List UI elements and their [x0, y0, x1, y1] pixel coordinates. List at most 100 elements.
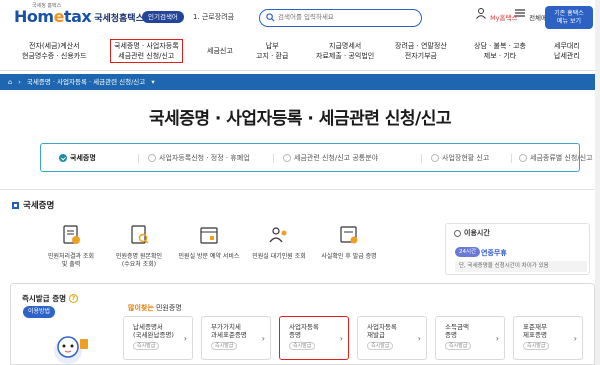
usage-guide-button[interactable]: 이용방법	[23, 306, 56, 318]
card-line1: 사업자등록	[367, 323, 397, 331]
instant-tag: 즉시발급	[445, 342, 472, 350]
instant-issuance-panel: 즉시발급 증명 ? 이용방법 많이찾는 민원증명 납세증명서 (국세완납증명) …	[10, 283, 595, 365]
gnb-item-tax-return[interactable]: 세금신고	[207, 46, 233, 56]
tab-divider	[421, 154, 422, 163]
instant-tag: 즉시발급	[211, 342, 238, 350]
service-line1: 민원처리결과 조회	[47, 253, 95, 260]
frequent-rest: 민원증명	[153, 304, 182, 312]
breadcrumb-item[interactable]: 국세증명 · 사업자등록 · 세금관련 신청/신고	[27, 78, 145, 86]
usage-hours-title-text: 이용시간	[464, 229, 490, 237]
gnb-line1: 세무대리	[554, 42, 580, 50]
card-line1: 부가가치세	[211, 323, 241, 331]
hometax-logo[interactable]: 국세청 홈택스 Hometax 국세청홈택스	[14, 3, 144, 26]
page-title: 국세증명 · 사업자등록 · 세금관련 신청/신고	[148, 109, 452, 129]
gnb-line2: 현금영수증 · 신용카드	[22, 52, 87, 60]
logo-wordmark: Hometax	[14, 7, 92, 26]
certificate-card-financial-statements[interactable]: 표준재무 제표증명 즉시발급 ›	[513, 316, 583, 360]
instant-issuance-title: 즉시발급 증명 ?	[22, 293, 79, 304]
service-original-verification[interactable]: 민원증명 원본확인 (수요처 조회)	[106, 224, 172, 269]
usage-hours-title: 이용시간	[454, 228, 490, 238]
chevron-down-icon[interactable]: ▾	[151, 78, 154, 86]
old-btn-line1: 기존 홈택스	[554, 10, 584, 17]
gnb-line1: 장려금 · 연말정산	[395, 42, 447, 50]
gnb-line1: 세금신고	[207, 47, 233, 55]
document-check-icon	[63, 225, 80, 244]
gnb-item-incentives[interactable]: 장려금 · 연말정산 전자기부금	[395, 41, 447, 61]
tab-common-application[interactable]: 세금관련 신청/신고 공통분야	[283, 153, 378, 163]
global-navigation: 전자(세금)계산서 현금영수증 · 신용카드 국세증명 · 사업자등록 세금관련…	[0, 37, 600, 71]
check-circle-icon	[59, 154, 67, 162]
card-line1: 납세증명서	[133, 323, 163, 331]
logo-part-c: tax	[63, 7, 92, 26]
card-line1: 소득금액	[445, 323, 469, 331]
service-line1: 민원실 방문 예약 서비스	[178, 253, 240, 260]
gnb-item-tax-certificate[interactable]: 국세증명 · 사업자등록 세금관련 신청/신고	[110, 39, 183, 63]
help-icon[interactable]: ?	[69, 294, 79, 303]
usage-hours-box: 이용시간 24시간 연중무휴 단, 국세증명을 신청시간이 차이가 있음	[445, 223, 590, 275]
my-hometax-link[interactable]: My홈택스	[474, 7, 517, 22]
service-line2: (수요처 조회)	[121, 261, 157, 268]
tab-business-status-report[interactable]: 사업장현황 신고	[431, 153, 489, 163]
hamburger-menu-icon	[515, 9, 525, 17]
logo-part-b: e	[53, 7, 65, 26]
vertical-scrollbar[interactable]	[595, 0, 600, 365]
gnb-item-tax-agent[interactable]: 세무대리 납세관리	[554, 41, 580, 61]
search-icon[interactable]	[266, 13, 275, 22]
check-circle-icon	[283, 154, 291, 162]
tab-tax-certificate[interactable]: 국세증명	[59, 153, 96, 163]
certificate-card-business-registration[interactable]: 사업자등록 증명 즉시발급 ›	[279, 316, 349, 360]
certificate-card-vat-base[interactable]: 부가가치세 과세표준증명 즉시발급 ›	[201, 316, 271, 360]
search-input[interactable]	[278, 13, 418, 21]
section-title-text: 국세증명	[23, 201, 55, 211]
gnb-line1: 국세증명 · 사업자등록	[114, 42, 179, 50]
old-hometax-menu-button[interactable]: 기존 홈택스 메뉴 보기	[545, 6, 593, 29]
document-search-icon	[131, 225, 149, 244]
chevron-right-icon: ›	[417, 334, 421, 343]
tab-tax-type-application[interactable]: 세금종류별 신청/신고	[519, 153, 593, 163]
hours-label: 연중무휴	[481, 249, 507, 257]
card-line1: 사업자등록	[289, 323, 319, 331]
service-fact-confirmation[interactable]: 사실확인 후 발급 증명	[316, 224, 382, 261]
chevron-right-icon: ›	[183, 334, 187, 343]
service-line2: 및 출력	[61, 261, 81, 268]
gnb-item-consultation[interactable]: 상담 · 불복 · 고충 제보 · 기타	[474, 41, 526, 61]
gnb-line2: 전자기부금	[404, 52, 437, 60]
tab-business-registration[interactable]: 사업자등록신청 · 정정 · 휴폐업	[148, 153, 250, 163]
breadcrumb: ⌂ › 국세증명 · 사업자등록 · 세금관련 신청/신고 ▾	[0, 74, 600, 90]
gnb-line1: 상담 · 불복 · 고충	[474, 42, 526, 50]
certificate-card-tax-payment[interactable]: 납세증명서 (국세완납증명) 즉시발급 ›	[123, 316, 193, 360]
gnb-line1: 지급명세서	[329, 42, 362, 50]
gnb-item-statements[interactable]: 지급명세서 자료제출 · 공익법인	[316, 41, 374, 61]
popular-search-badge: 인기검색어	[142, 11, 184, 23]
search-box[interactable]	[259, 9, 422, 27]
instant-tag: 즉시발급	[133, 342, 160, 350]
chevron-right-icon: ›	[495, 334, 499, 343]
certificate-card-income-amount[interactable]: 소득금액 증명 즉시발급 ›	[435, 316, 505, 360]
check-circle-icon	[519, 154, 527, 162]
certificate-icon	[340, 226, 358, 244]
popular-search-term[interactable]: 1. 근로장려금	[193, 12, 234, 22]
logo-subtitle: 국세청 홈택스	[32, 3, 62, 9]
gnb-item-e-invoice[interactable]: 전자(세금)계산서 현금영수증 · 신용카드	[22, 41, 87, 61]
square-bullet-icon	[12, 201, 19, 209]
mascot-illustration	[54, 336, 88, 364]
frequent-certificates-title: 많이찾는 민원증명	[128, 303, 182, 313]
gnb-line2: 납세관리	[554, 52, 580, 60]
instant-tag: 즉시발급	[289, 342, 316, 350]
certificate-card-business-reissue[interactable]: 사업자등록 재발급 즉시발급 ›	[357, 316, 427, 360]
tab-label: 세금종류별 신청/신고	[530, 154, 593, 162]
chevron-right-icon: ›	[339, 334, 343, 343]
service-visit-reservation[interactable]: 민원실 방문 예약 서비스	[176, 224, 242, 261]
gnb-line2: 자료제출 · 공익법인	[316, 52, 375, 60]
card-line1: 표준재무	[523, 323, 547, 331]
service-waiting-inquiry[interactable]: 민원실 대기인원 조회	[246, 224, 312, 261]
tab-divider	[273, 154, 274, 163]
service-result-inquiry[interactable]: 민원처리결과 조회 및 출력	[38, 224, 104, 269]
gnb-item-payment[interactable]: 납부 고지 · 환급	[256, 41, 288, 61]
gnb-line2: 제보 · 기타	[483, 52, 517, 60]
section-title: 국세증명	[12, 199, 54, 211]
home-icon[interactable]: ⌂	[8, 78, 12, 86]
chevron-right-icon: ›	[261, 334, 265, 343]
gnb-line2: 세금관련 신청/신고	[118, 52, 175, 60]
tab-label: 세금관련 신청/신고 공통분야	[294, 154, 379, 162]
